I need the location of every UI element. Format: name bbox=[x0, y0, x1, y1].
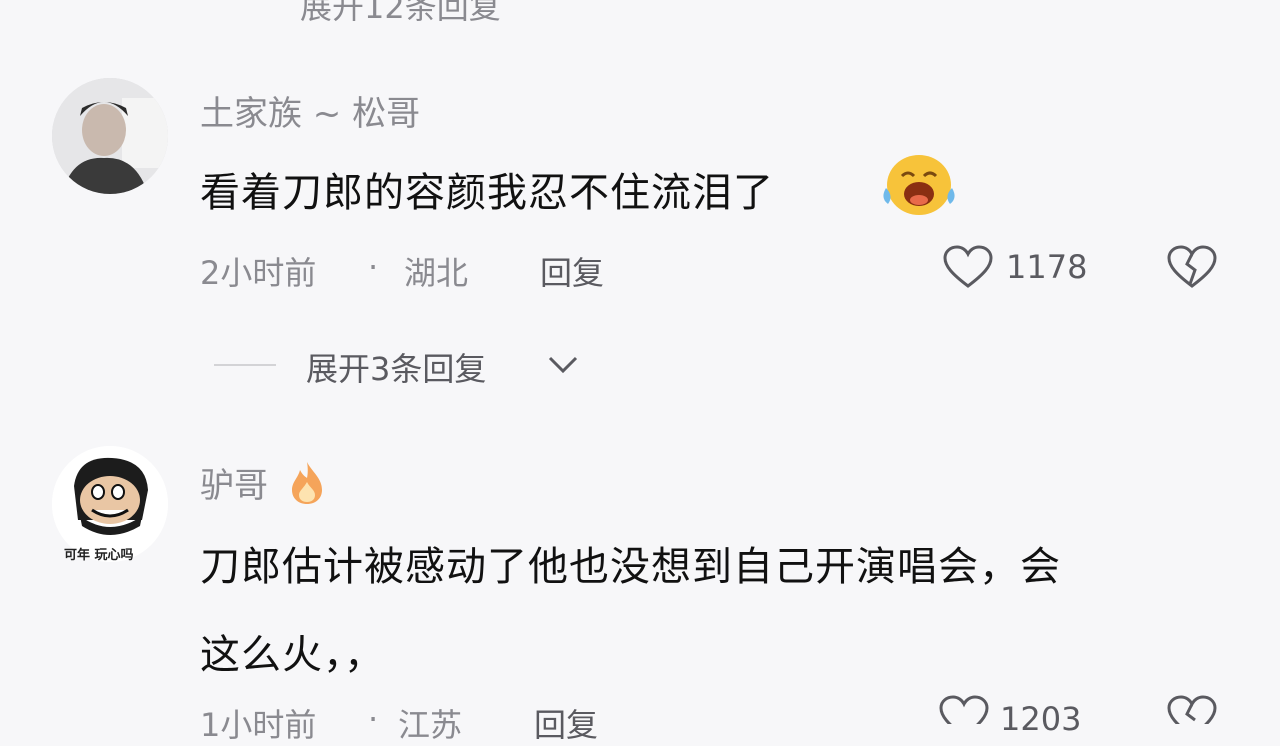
expand-divider bbox=[214, 364, 276, 366]
expand-replies-label[interactable]: 展开3条回复 bbox=[306, 350, 486, 388]
comment-location: 湖北 bbox=[404, 254, 469, 292]
like-count: 1203 bbox=[1000, 700, 1082, 738]
like-heart-icon[interactable] bbox=[942, 244, 994, 290]
comment-username[interactable]: 土家族 ~ 松哥 bbox=[200, 86, 420, 135]
dislike-broken-heart-icon[interactable] bbox=[1166, 244, 1218, 290]
chevron-down-icon[interactable] bbox=[546, 352, 580, 378]
reply-button[interactable]: 回复 bbox=[540, 248, 604, 294]
dislike-broken-heart-icon[interactable] bbox=[1166, 694, 1218, 724]
fire-icon bbox=[288, 460, 326, 506]
meta-separator: · bbox=[368, 248, 379, 286]
comment-username[interactable]: 驴哥 bbox=[200, 458, 268, 507]
comment-text-line-2: 这么火，， bbox=[200, 632, 385, 678]
comment-text-line-1: 刀郎估计被感动了他也没想到自己开演唱会，会 bbox=[200, 544, 1061, 590]
avatar-photo bbox=[52, 78, 168, 194]
comment-location: 江苏 bbox=[398, 706, 463, 744]
like-count: 1178 bbox=[1006, 248, 1088, 286]
expand-replies-button[interactable]: 展开3条回复 bbox=[306, 344, 486, 390]
avatar-caption: 可年 玩心吗 bbox=[64, 548, 134, 563]
comment-time: 1小时前 bbox=[200, 706, 317, 744]
crying-face-icon bbox=[878, 152, 960, 218]
reply-button[interactable]: 回复 bbox=[534, 700, 598, 746]
expand-replies-cut[interactable]: 展开12条回复 bbox=[300, 0, 501, 28]
comment-text: 看着刀郎的容颜我忍不住流泪了 bbox=[200, 170, 774, 216]
like-heart-icon[interactable] bbox=[938, 694, 990, 724]
comment-time: 2小时前 bbox=[200, 254, 317, 292]
avatar[interactable] bbox=[52, 78, 168, 194]
meta-separator: · bbox=[368, 700, 379, 738]
